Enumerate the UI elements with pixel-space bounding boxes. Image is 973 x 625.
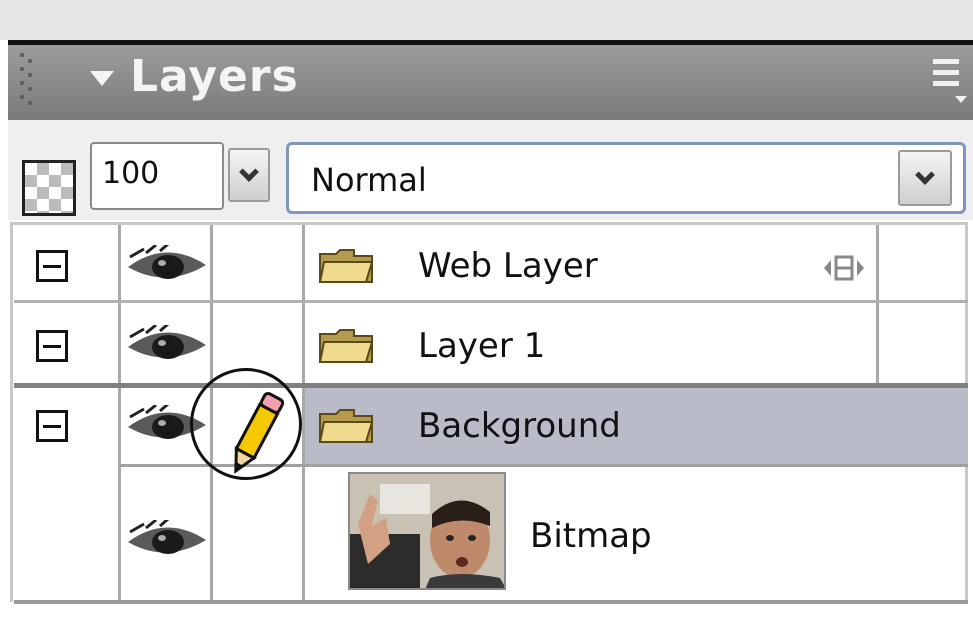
opacity-input[interactable]: 100 [90,142,224,210]
layer-name[interactable]: Web Layer [418,246,598,286]
chevron-down-icon [239,162,259,182]
selected-row-highlight [305,385,968,465]
eye-icon[interactable] [126,520,208,560]
collapse-toggle[interactable] [36,330,68,362]
row-divider [14,383,968,388]
collapse-triangle-icon[interactable] [90,71,114,86]
folder-icon [318,409,374,443]
column-divider [118,225,121,600]
eye-icon[interactable] [126,245,208,285]
column-divider [302,225,305,600]
opacity-dropdown-button[interactable] [228,148,270,202]
eye-icon[interactable] [126,325,208,365]
pencil-icon[interactable] [226,388,286,478]
layer-name[interactable]: Layer 1 [418,326,545,366]
web-layer-control-icon[interactable] [822,254,866,282]
list-bottom-border [14,600,968,604]
drag-grip-icon[interactable] [20,53,34,113]
top-strip [0,0,973,40]
panel-title-label: Layers [130,51,299,102]
folder-icon [318,329,374,363]
chevron-down-icon [915,165,935,185]
panel-options-icon[interactable] [929,59,969,105]
blend-mode-dropdown-button[interactable] [898,150,952,206]
checkerboard-icon [22,160,76,216]
folder-icon [318,249,374,283]
collapse-toggle[interactable] [36,250,68,282]
column-divider [876,225,879,385]
collapse-toggle[interactable] [36,410,68,442]
bitmap-thumbnail[interactable] [348,472,506,590]
layer-name[interactable]: Background [418,406,621,446]
layer-controls: 100 Normal [8,120,973,220]
blend-mode-value: Normal [311,161,427,199]
row-divider [14,300,968,303]
blend-mode-select[interactable]: Normal [286,142,966,214]
panel-title[interactable]: Layers [90,51,299,102]
layer-name[interactable]: Bitmap [530,516,652,556]
panel-header[interactable]: Layers [8,45,973,120]
